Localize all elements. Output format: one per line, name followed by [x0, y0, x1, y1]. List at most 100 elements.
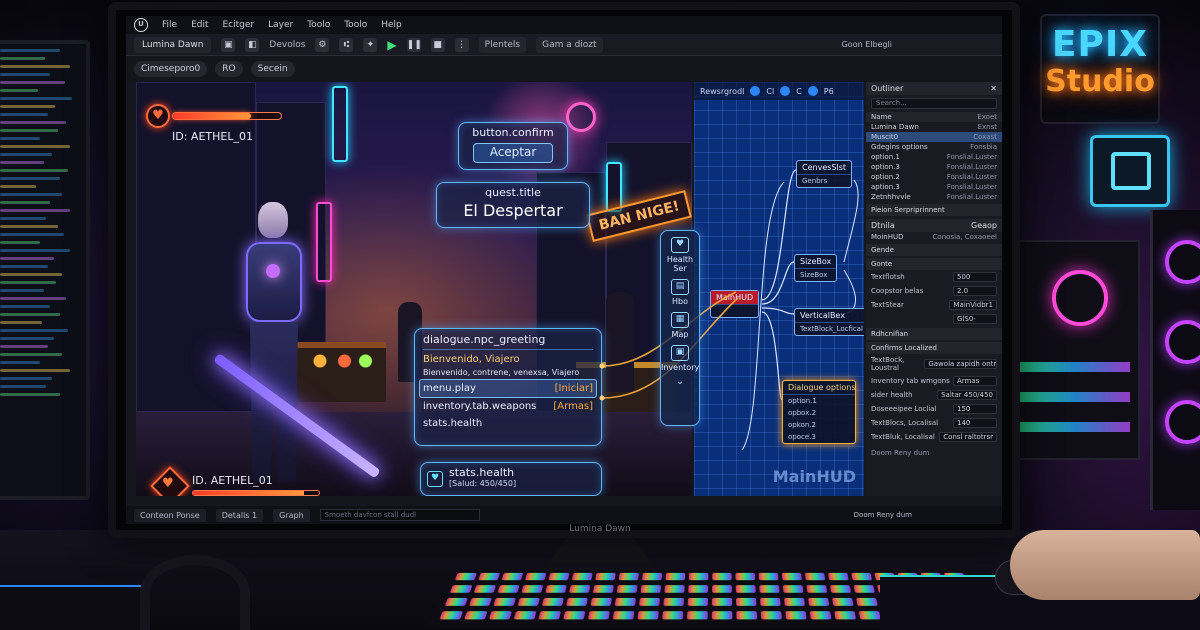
health-icon: ♥ — [427, 471, 443, 487]
nav-health[interactable]: ♥ Health Ser — [661, 237, 699, 273]
health-bar — [172, 112, 282, 120]
details-tab[interactable]: Detalls 1 — [215, 508, 264, 522]
dialogue-card: dialogue.npc_greeting Bienvenido, Viajer… — [414, 328, 602, 446]
game-dropdown[interactable]: Gam a diozt — [536, 36, 603, 53]
menu-file[interactable]: File — [162, 20, 177, 30]
node-mainhud[interactable]: MainHUD — [710, 290, 760, 318]
engine-logo-icon[interactable]: U — [134, 18, 148, 32]
heart-icon: ♥ — [671, 237, 689, 253]
menu-edit[interactable]: Edit — [191, 20, 208, 30]
viewport-pill-perspective[interactable]: Cimeseporo0 — [134, 61, 208, 77]
node-size-box[interactable]: SizeBox SizeBox — [794, 254, 838, 282]
outliner-title: Outliner — [871, 84, 904, 93]
stop-icon[interactable]: ■ — [430, 37, 445, 52]
fan-ring-icon — [1052, 270, 1108, 326]
details-tabs: Dtnila Geaop — [866, 219, 1002, 232]
user-label: Goon Elbegli — [841, 40, 892, 49]
secondary-monitor — [0, 40, 90, 500]
outliner-row[interactable]: option.3 Fonslial.Luster — [866, 162, 1002, 172]
menu-item-weapons[interactable]: inventory.tab.weapons [Armas] — [423, 398, 593, 415]
prop-row: Doseeeipee Loclial 150 — [866, 402, 1002, 416]
card-key: button.confirm — [472, 126, 554, 139]
viewport-pill-ro[interactable]: RO — [215, 61, 243, 77]
headphones — [140, 555, 250, 630]
right-panels: Outliner ✕ Search... Name Exoet Lumina D… — [866, 82, 1002, 496]
user-hand — [1010, 530, 1200, 600]
menu-editor[interactable]: Ecitger — [223, 20, 255, 30]
details-section[interactable]: Gonte — [866, 258, 1002, 270]
content-browser-tab[interactable]: Conteon Ponse — [134, 508, 206, 522]
content-icon[interactable]: ◧ — [245, 37, 260, 52]
menu-item-play[interactable]: menu.play [Iniciar] — [419, 379, 597, 398]
graph-tab[interactable]: Graph — [273, 508, 310, 522]
fan-icon — [1165, 240, 1200, 284]
outliner-search[interactable]: Search... — [871, 98, 997, 109]
outliner-row[interactable]: aption.3 Fonslial.Luster — [866, 182, 1002, 192]
project-tab[interactable]: Lumina Dawn — [134, 36, 212, 53]
outliner-row[interactable]: option.1 Fonslial.Luster — [866, 152, 1002, 162]
prop-row: TextBlocs, Localisal 140 — [866, 416, 1002, 430]
nav-map[interactable]: ▦ Map — [661, 312, 699, 339]
details-section[interactable]: Gende — [866, 244, 1002, 256]
menu-layer[interactable]: Layer — [268, 20, 293, 30]
outliner-row[interactable]: Zetnhhvvle Fonslial.Luster — [866, 192, 1002, 202]
close-icon[interactable]: ✕ — [990, 84, 997, 93]
outliner-row[interactable]: Lumina Dawn Exnst — [866, 122, 1002, 132]
details-section[interactable]: Confirms Localized — [866, 342, 1002, 354]
pause-icon[interactable]: ❚❚ — [406, 37, 422, 52]
outliner-row[interactable]: Gdegins options Fonsbia — [866, 142, 1002, 152]
more-icon[interactable]: ⋮ — [454, 37, 469, 52]
menu-tools[interactable]: Toolo — [307, 20, 330, 30]
tab-details[interactable]: Dtnila — [871, 221, 895, 230]
hud-health-top: ♥ ID: AETHEL_01 — [146, 104, 286, 154]
map-icon: ▦ — [671, 312, 689, 328]
widget-graph[interactable]: Rewsrgrodl Cl C P6 CenvesSlst Genbrs Mai… — [694, 82, 864, 496]
node-dialogue-options[interactable]: Dialogue options option.1 opbox.2 opkon.… — [782, 380, 856, 444]
sign-line-1: EPIX — [1051, 24, 1149, 65]
settings-icon[interactable]: ⚙ — [315, 37, 330, 52]
toolbar-item[interactable]: Devolos — [269, 40, 305, 50]
game-viewport[interactable]: BAN NIGE! ♥ ID: AETHEL_01 button.confirm… — [136, 82, 692, 496]
node-canvas-slot[interactable]: CenvesSlst Genbrs — [796, 160, 853, 188]
menu-tools-2[interactable]: Toolo — [344, 20, 367, 30]
neon-strip — [332, 86, 348, 162]
prop-row: Inventory tab wmgons Armas — [866, 374, 1002, 388]
card-key: quest.title — [485, 186, 541, 199]
sign-line-2: Studio — [1045, 64, 1155, 99]
viewport-pill-scene[interactable]: Secein — [250, 61, 295, 77]
chevron-down-icon[interactable]: ⌄ — [661, 376, 699, 387]
platforms-dropdown[interactable]: Plentels — [478, 36, 527, 53]
node-vertical-box[interactable]: VerticalBex TextBlock_Locfical — [794, 308, 864, 336]
hud-health-bottom: ♥ ID. AETHEL_01 — [150, 466, 326, 496]
neon-circle-sign — [566, 102, 596, 132]
nav-hbo[interactable]: ▤ Hbo — [661, 279, 699, 306]
neon-strip — [606, 162, 622, 212]
confirm-button[interactable]: Aceptar — [473, 143, 553, 163]
epix-studio-sign: EPIX Studio — [1040, 14, 1160, 124]
outliner-footer: Pieion Serpriprinnent — [866, 204, 1002, 216]
hud-side-nav: ♥ Health Ser ▤ Hbo ▦ Map ▣ Inventory ⌄ — [660, 230, 700, 426]
tab-group[interactable]: Geaop — [971, 221, 997, 230]
menu-item-health[interactable]: stats.health — [423, 415, 593, 432]
health-bar — [192, 490, 320, 496]
details-section[interactable]: Rdhcnifian — [866, 328, 1002, 340]
prop-row: TextBluk, Localisal Consl raltotrsr — [866, 430, 1002, 444]
heart-icon: ♥ — [162, 476, 174, 491]
details-footer: Doom Reny dum — [871, 449, 930, 457]
status-label: Doom Reny dum — [853, 511, 912, 519]
outliner-row[interactable]: Muscit0 Coxast — [866, 132, 1002, 142]
card-key: dialogue.npc_greeting — [423, 333, 546, 346]
player-id: ID. AETHEL_01 — [192, 474, 273, 487]
save-icon[interactable]: ▣ — [221, 37, 236, 52]
npc-figure — [606, 292, 634, 392]
menu-help[interactable]: Help — [381, 20, 402, 30]
blueprint-icon[interactable]: ⑆ — [339, 37, 354, 52]
pc-case — [1010, 240, 1140, 460]
cinematic-icon[interactable]: ✦ — [363, 37, 378, 52]
play-icon[interactable]: ▶ — [387, 38, 396, 52]
hero-character[interactable] — [213, 198, 381, 492]
command-input[interactable]: Smoeth davfcon stall dudl — [319, 509, 480, 521]
nav-inventory[interactable]: ▣ Inventory — [661, 345, 699, 372]
menu-bar: U File Edit Ecitger Layer Toolo Toolo He… — [126, 16, 1002, 34]
outliner-row[interactable]: option.2 Fonslial.Luster — [866, 172, 1002, 182]
